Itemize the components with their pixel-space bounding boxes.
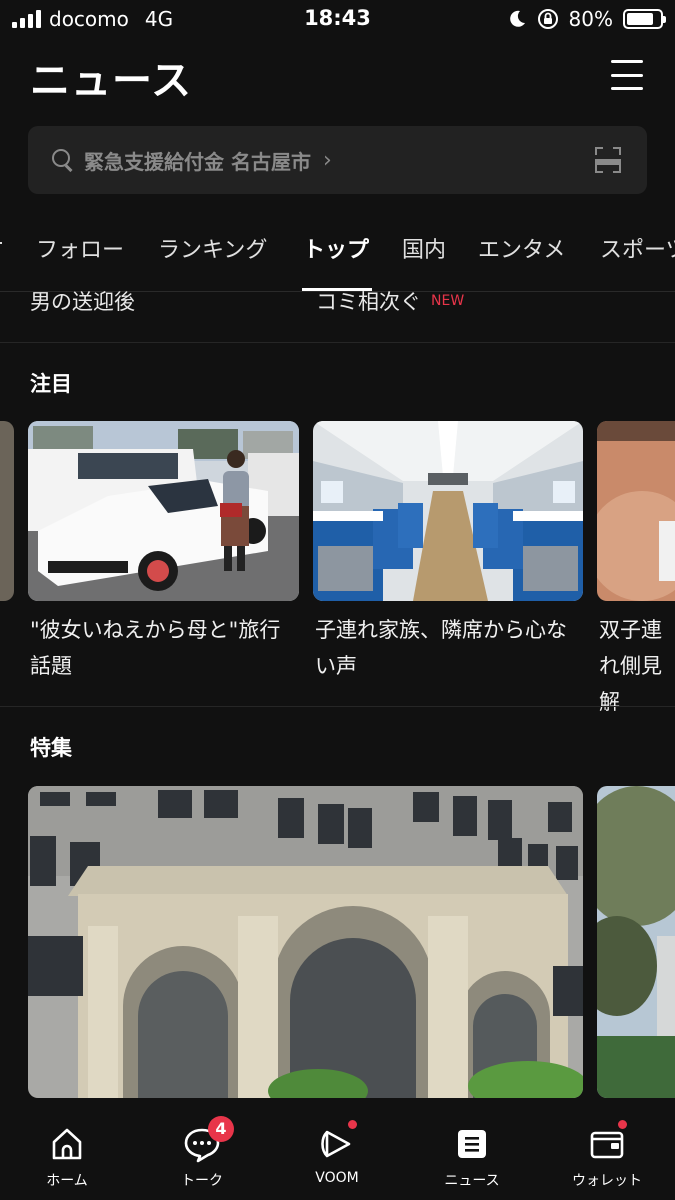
headline-partial-right[interactable]: コミ相次ぐ NEW	[316, 286, 464, 316]
portrait-photo	[597, 421, 675, 601]
battery-fill	[627, 13, 653, 25]
tree-photo	[597, 786, 675, 1098]
chat-icon: 4	[182, 1116, 234, 1164]
page-title: ニュース	[30, 58, 192, 104]
nav-talk[interactable]: 4 トーク	[147, 1116, 257, 1190]
nav-wallet[interactable]: ウォレット	[552, 1120, 662, 1190]
tab-overflow-left	[0, 242, 2, 256]
battery-icon	[623, 9, 666, 29]
card-image-train[interactable]	[313, 421, 583, 601]
nav-voom-label: VOOM	[315, 1170, 359, 1186]
nav-home[interactable]: ホーム	[12, 1124, 122, 1190]
feature-card-image-building[interactable]	[28, 786, 583, 1098]
card-image-car[interactable]	[28, 421, 299, 601]
home-icon	[47, 1124, 87, 1164]
wallet-icon	[587, 1120, 627, 1164]
divider	[0, 706, 675, 707]
nav-news[interactable]: ニュース	[417, 1124, 527, 1190]
nav-news-label: ニュース	[444, 1173, 500, 1189]
tab-top[interactable]: トップ	[303, 232, 369, 264]
card-caption-1[interactable]: "彼女いねえから母と"旅行話題	[30, 612, 300, 684]
rotation-lock-icon	[537, 9, 558, 29]
nav-voom[interactable]: VOOM	[282, 1120, 392, 1186]
tab-sports[interactable]: スポーツ	[600, 232, 675, 264]
divider	[0, 342, 675, 343]
car-photo	[28, 421, 299, 601]
tab-domestic[interactable]: 国内	[402, 232, 446, 264]
train-interior-photo	[313, 421, 583, 601]
tab-ranking[interactable]: ランキング	[158, 232, 267, 264]
card-image-partial-right[interactable]	[597, 421, 675, 601]
section-title-feature: 特集	[30, 736, 72, 760]
chevron-right-icon: ›	[322, 147, 332, 173]
battery-percent: 80%	[568, 7, 613, 31]
headline-partial-right-text: コミ相次ぐ	[316, 290, 421, 314]
feature-card-image-partial[interactable]	[597, 786, 675, 1098]
search-icon	[52, 149, 74, 171]
moon-icon	[509, 10, 525, 27]
nav-talk-label: トーク	[181, 1173, 223, 1189]
menu-icon[interactable]	[611, 60, 643, 90]
category-tabs: フォロー ランキング トップ 国内 エンタメ スポーツ	[0, 222, 675, 292]
talk-unread-badge: 4	[208, 1116, 234, 1142]
wallet-notification-dot	[618, 1120, 627, 1129]
voom-icon	[317, 1120, 357, 1164]
news-icon	[452, 1124, 492, 1164]
new-badge: NEW	[431, 293, 465, 309]
scan-icon[interactable]	[595, 147, 621, 173]
search-bar[interactable]: 緊急支援給付金 名古屋市 ›	[28, 126, 647, 194]
card-caption-3[interactable]: 双子連れ側見解	[599, 612, 675, 720]
tab-entertainment[interactable]: エンタメ	[478, 232, 565, 264]
bottom-navigation: ホーム 4 トーク VOOM ニュース ウォレット	[0, 1110, 675, 1200]
voom-notification-dot	[348, 1120, 357, 1129]
card-image-partial-left[interactable]	[0, 421, 14, 601]
nav-wallet-label: ウォレット	[572, 1173, 642, 1189]
tab-follow[interactable]: フォロー	[36, 232, 124, 264]
building-photo	[28, 786, 583, 1098]
nav-home-label: ホーム	[46, 1173, 88, 1189]
section-title-attention: 注目	[30, 372, 72, 396]
status-bar: docomo 4G 18:43 80%	[0, 0, 675, 40]
search-suggestion[interactable]: 緊急支援給付金 名古屋市	[84, 146, 311, 175]
card-caption-2[interactable]: 子連れ家族、隣席から心ない声	[315, 612, 585, 684]
headline-partial-left[interactable]: 男の送迎後	[30, 286, 135, 316]
status-indicators: 80%	[507, 6, 666, 32]
